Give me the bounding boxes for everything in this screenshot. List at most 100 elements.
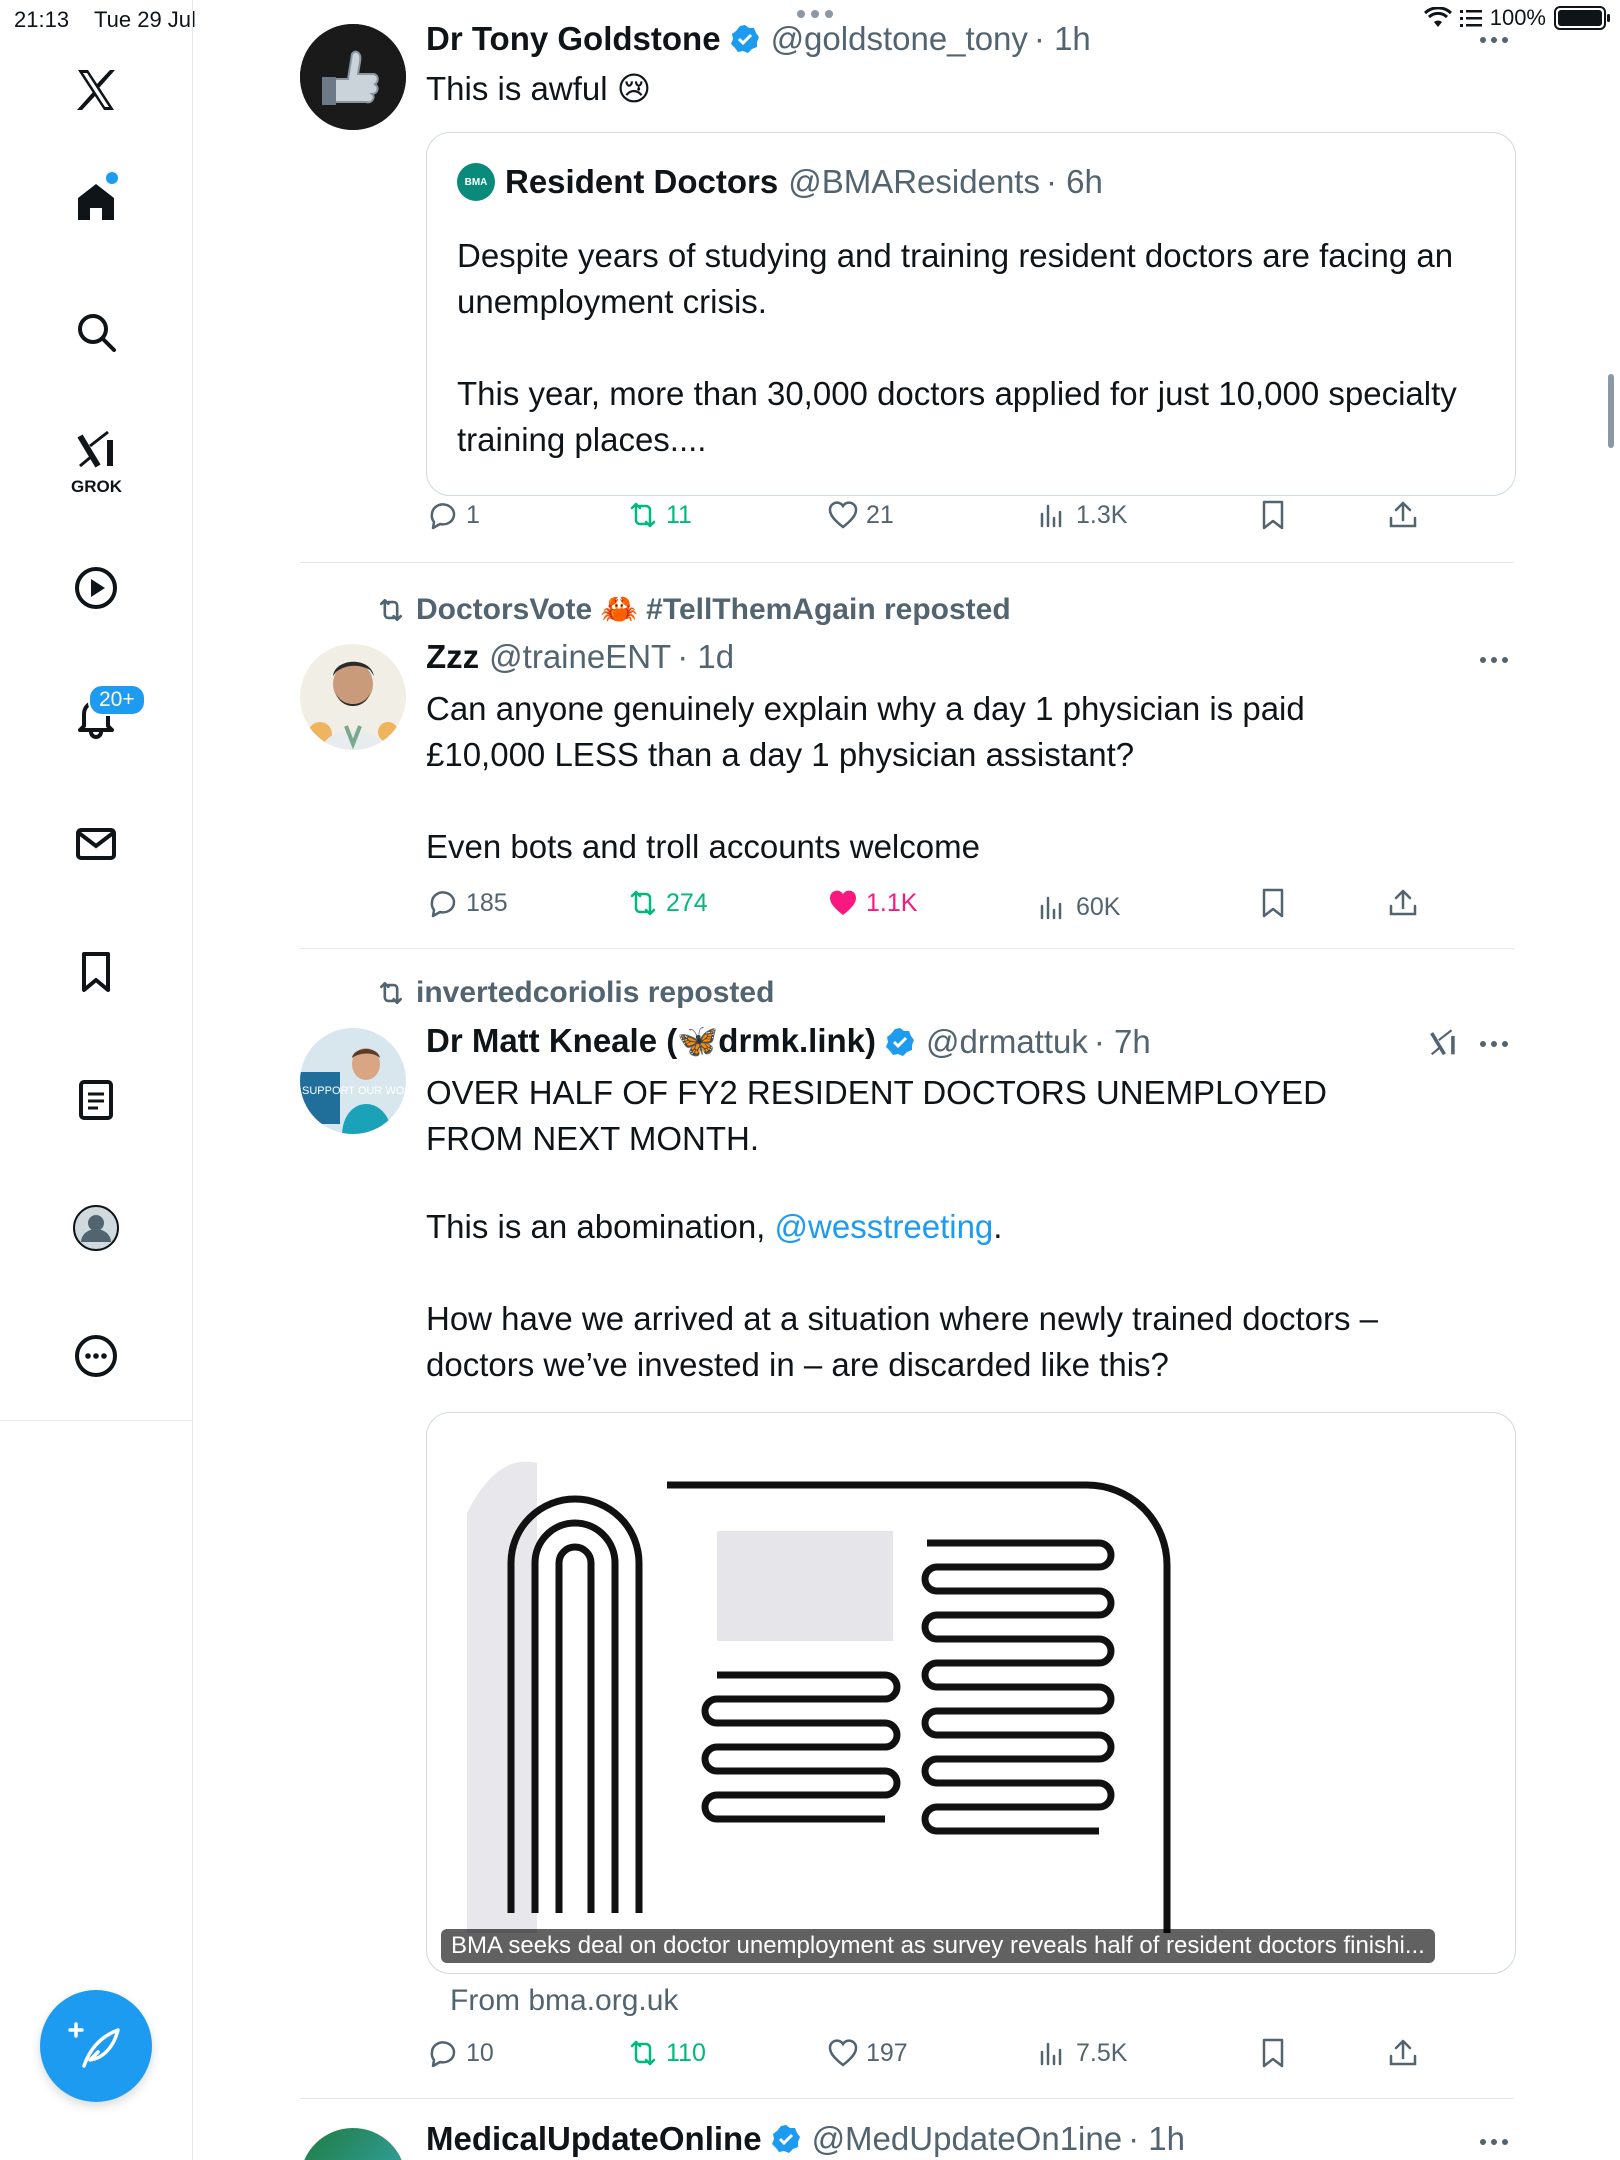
profile-avatar-icon[interactable] xyxy=(56,1188,136,1268)
views-count: 1.3K xyxy=(1076,500,1128,529)
repost-icon xyxy=(630,502,656,528)
reply-button[interactable]: 10 xyxy=(426,2036,494,2070)
battery-icon xyxy=(1554,6,1610,30)
reply-button[interactable]: 185 xyxy=(426,886,508,920)
views-count: 7.5K xyxy=(1076,2038,1128,2067)
quote-author-name: Resident Doctors xyxy=(505,163,779,200)
more-menu-icon[interactable] xyxy=(1480,2136,1514,2148)
repost-count: 11 xyxy=(666,500,692,529)
bookmark-button[interactable] xyxy=(1256,886,1290,920)
bookmark-icon xyxy=(1262,500,1284,530)
bma-logo-icon: BMA xyxy=(457,163,495,201)
post-time: · 1h xyxy=(1033,20,1091,57)
reply-icon xyxy=(430,503,456,530)
share-button[interactable] xyxy=(1386,886,1420,920)
tweet-divider xyxy=(300,562,1514,563)
verified-badge-icon xyxy=(886,1027,914,1056)
tweet[interactable]: Dr Tony Goldstone @goldstone_tony · 1h T… xyxy=(300,20,1516,560)
verified-badge-icon xyxy=(771,2125,800,2153)
multitask-handle[interactable] xyxy=(790,10,840,18)
author-name[interactable]: Zzz xyxy=(426,638,479,676)
repost-count: 110 xyxy=(666,2038,706,2067)
bookmark-icon xyxy=(1262,2038,1284,2068)
home-unread-dot xyxy=(106,172,118,184)
post-time: · 1h xyxy=(1128,2120,1185,2157)
avatar[interactable] xyxy=(300,644,406,750)
tweet[interactable]: DoctorsVote 🦀 #TellThemAgain reposted Zz… xyxy=(300,590,1514,940)
author-name[interactable]: Dr Tony Goldstone xyxy=(426,20,721,58)
avatar-sign-text: SUPPORT OUR WORK xyxy=(302,1085,406,1097)
bookmark-button[interactable] xyxy=(1256,2036,1290,2070)
repost-button[interactable]: 110 xyxy=(626,2036,706,2070)
views-icon xyxy=(1040,504,1062,528)
compose-post-button[interactable] xyxy=(40,1990,152,2102)
like-count: 1.1K xyxy=(866,888,918,917)
tweet-text-line-3: How have we arrived at a situation where… xyxy=(426,1300,1388,1383)
heart-icon xyxy=(828,2039,858,2067)
more-menu-icon[interactable] xyxy=(1480,34,1514,46)
like-count: 197 xyxy=(866,2038,908,2067)
quote-author-handle: @BMAResidents xyxy=(788,163,1040,200)
lists-icon[interactable] xyxy=(56,1060,136,1140)
messages-icon[interactable] xyxy=(56,804,136,884)
reply-button[interactable]: 1 xyxy=(426,498,480,532)
share-icon xyxy=(1389,501,1417,528)
repost-context[interactable]: DoctorsVote 🦀 #TellThemAgain reposted xyxy=(376,592,1011,627)
avatar[interactable] xyxy=(300,24,406,130)
quoted-tweet[interactable]: BMA Resident Doctors @BMAResidents · 6h … xyxy=(426,132,1516,496)
repost-button[interactable]: 274 xyxy=(626,886,708,920)
author-handle[interactable]: @MedUpdateOn1ine xyxy=(812,2120,1123,2158)
bookmark-button[interactable] xyxy=(1256,498,1290,532)
search-icon[interactable] xyxy=(56,292,136,372)
link-card[interactable]: BMA seeks deal on doctor unemployment as… xyxy=(426,1412,1516,1974)
views-button[interactable]: 60K xyxy=(1036,890,1120,924)
reposted-by-label: invertedcoriolis reposted xyxy=(416,976,775,1009)
repost-icon xyxy=(379,981,403,1005)
repost-count: 274 xyxy=(666,888,708,917)
link-card-source[interactable]: From bma.org.uk xyxy=(450,1984,678,2018)
grok-explain-icon[interactable] xyxy=(1426,1026,1460,1060)
repost-context[interactable]: invertedcoriolis reposted xyxy=(376,976,774,1010)
video-icon[interactable] xyxy=(56,548,136,628)
more-options-icon[interactable] xyxy=(56,1316,136,1396)
tweet-divider xyxy=(300,2098,1514,2099)
author-name[interactable]: MedicalUpdateOnline xyxy=(426,2120,762,2158)
tweet-text-line-1: OVER HALF OF FY2 RESIDENT DOCTORS UNEMPL… xyxy=(426,1074,1337,1157)
bookmarks-icon[interactable] xyxy=(56,932,136,1012)
heart-filled-icon xyxy=(829,890,857,915)
sidebar: GROK 20+ xyxy=(0,0,193,2160)
quote-time: · 6h xyxy=(1045,163,1103,200)
like-button[interactable]: 1.1K xyxy=(826,886,917,920)
share-icon xyxy=(1389,889,1417,916)
share-icon xyxy=(1389,2039,1417,2066)
link-card-caption: BMA seeks deal on doctor unemployment as… xyxy=(441,1929,1435,1963)
more-menu-icon[interactable] xyxy=(1480,1038,1514,1050)
mention-link[interactable]: @wesstreeting xyxy=(775,1208,994,1245)
home-icon[interactable] xyxy=(56,162,136,242)
views-button[interactable]: 7.5K xyxy=(1036,2036,1127,2070)
share-button[interactable] xyxy=(1386,498,1420,532)
like-button[interactable]: 21 xyxy=(826,498,894,532)
link-card-illustration-icon xyxy=(467,1461,1171,1933)
scrollbar[interactable] xyxy=(1608,374,1614,448)
reply-count: 185 xyxy=(466,888,508,917)
tweet[interactable]: MedicalUpdateOnline @MedUpdateOn1ine · 1… xyxy=(300,2120,1514,2160)
avatar[interactable] xyxy=(300,2128,406,2160)
author-handle[interactable]: @drmattuk xyxy=(926,1023,1088,1061)
author-handle[interactable]: @goldstone_tony xyxy=(771,20,1028,58)
more-menu-icon[interactable] xyxy=(1480,654,1514,666)
like-button[interactable]: 197 xyxy=(826,2036,908,2070)
author-name[interactable]: Dr Matt Kneale (🦋drmk.link) xyxy=(426,1022,876,1061)
x-logo-icon[interactable] xyxy=(56,50,136,130)
avatar[interactable]: SUPPORT OUR WORK xyxy=(300,1028,406,1134)
tweet-divider xyxy=(300,948,1514,949)
author-handle[interactable]: @traineENT xyxy=(489,638,671,676)
reply-icon xyxy=(430,891,456,918)
compose-feather-icon xyxy=(68,2022,120,2068)
repost-button[interactable]: 11 xyxy=(626,498,692,532)
like-count: 21 xyxy=(866,500,894,529)
share-button[interactable] xyxy=(1386,2036,1420,2070)
views-button[interactable]: 1.3K xyxy=(1036,498,1127,532)
tweet[interactable]: invertedcoriolis reposted SUPPORT OUR WO… xyxy=(300,974,1516,2094)
quote-text: Despite years of studying and training r… xyxy=(457,237,1457,458)
